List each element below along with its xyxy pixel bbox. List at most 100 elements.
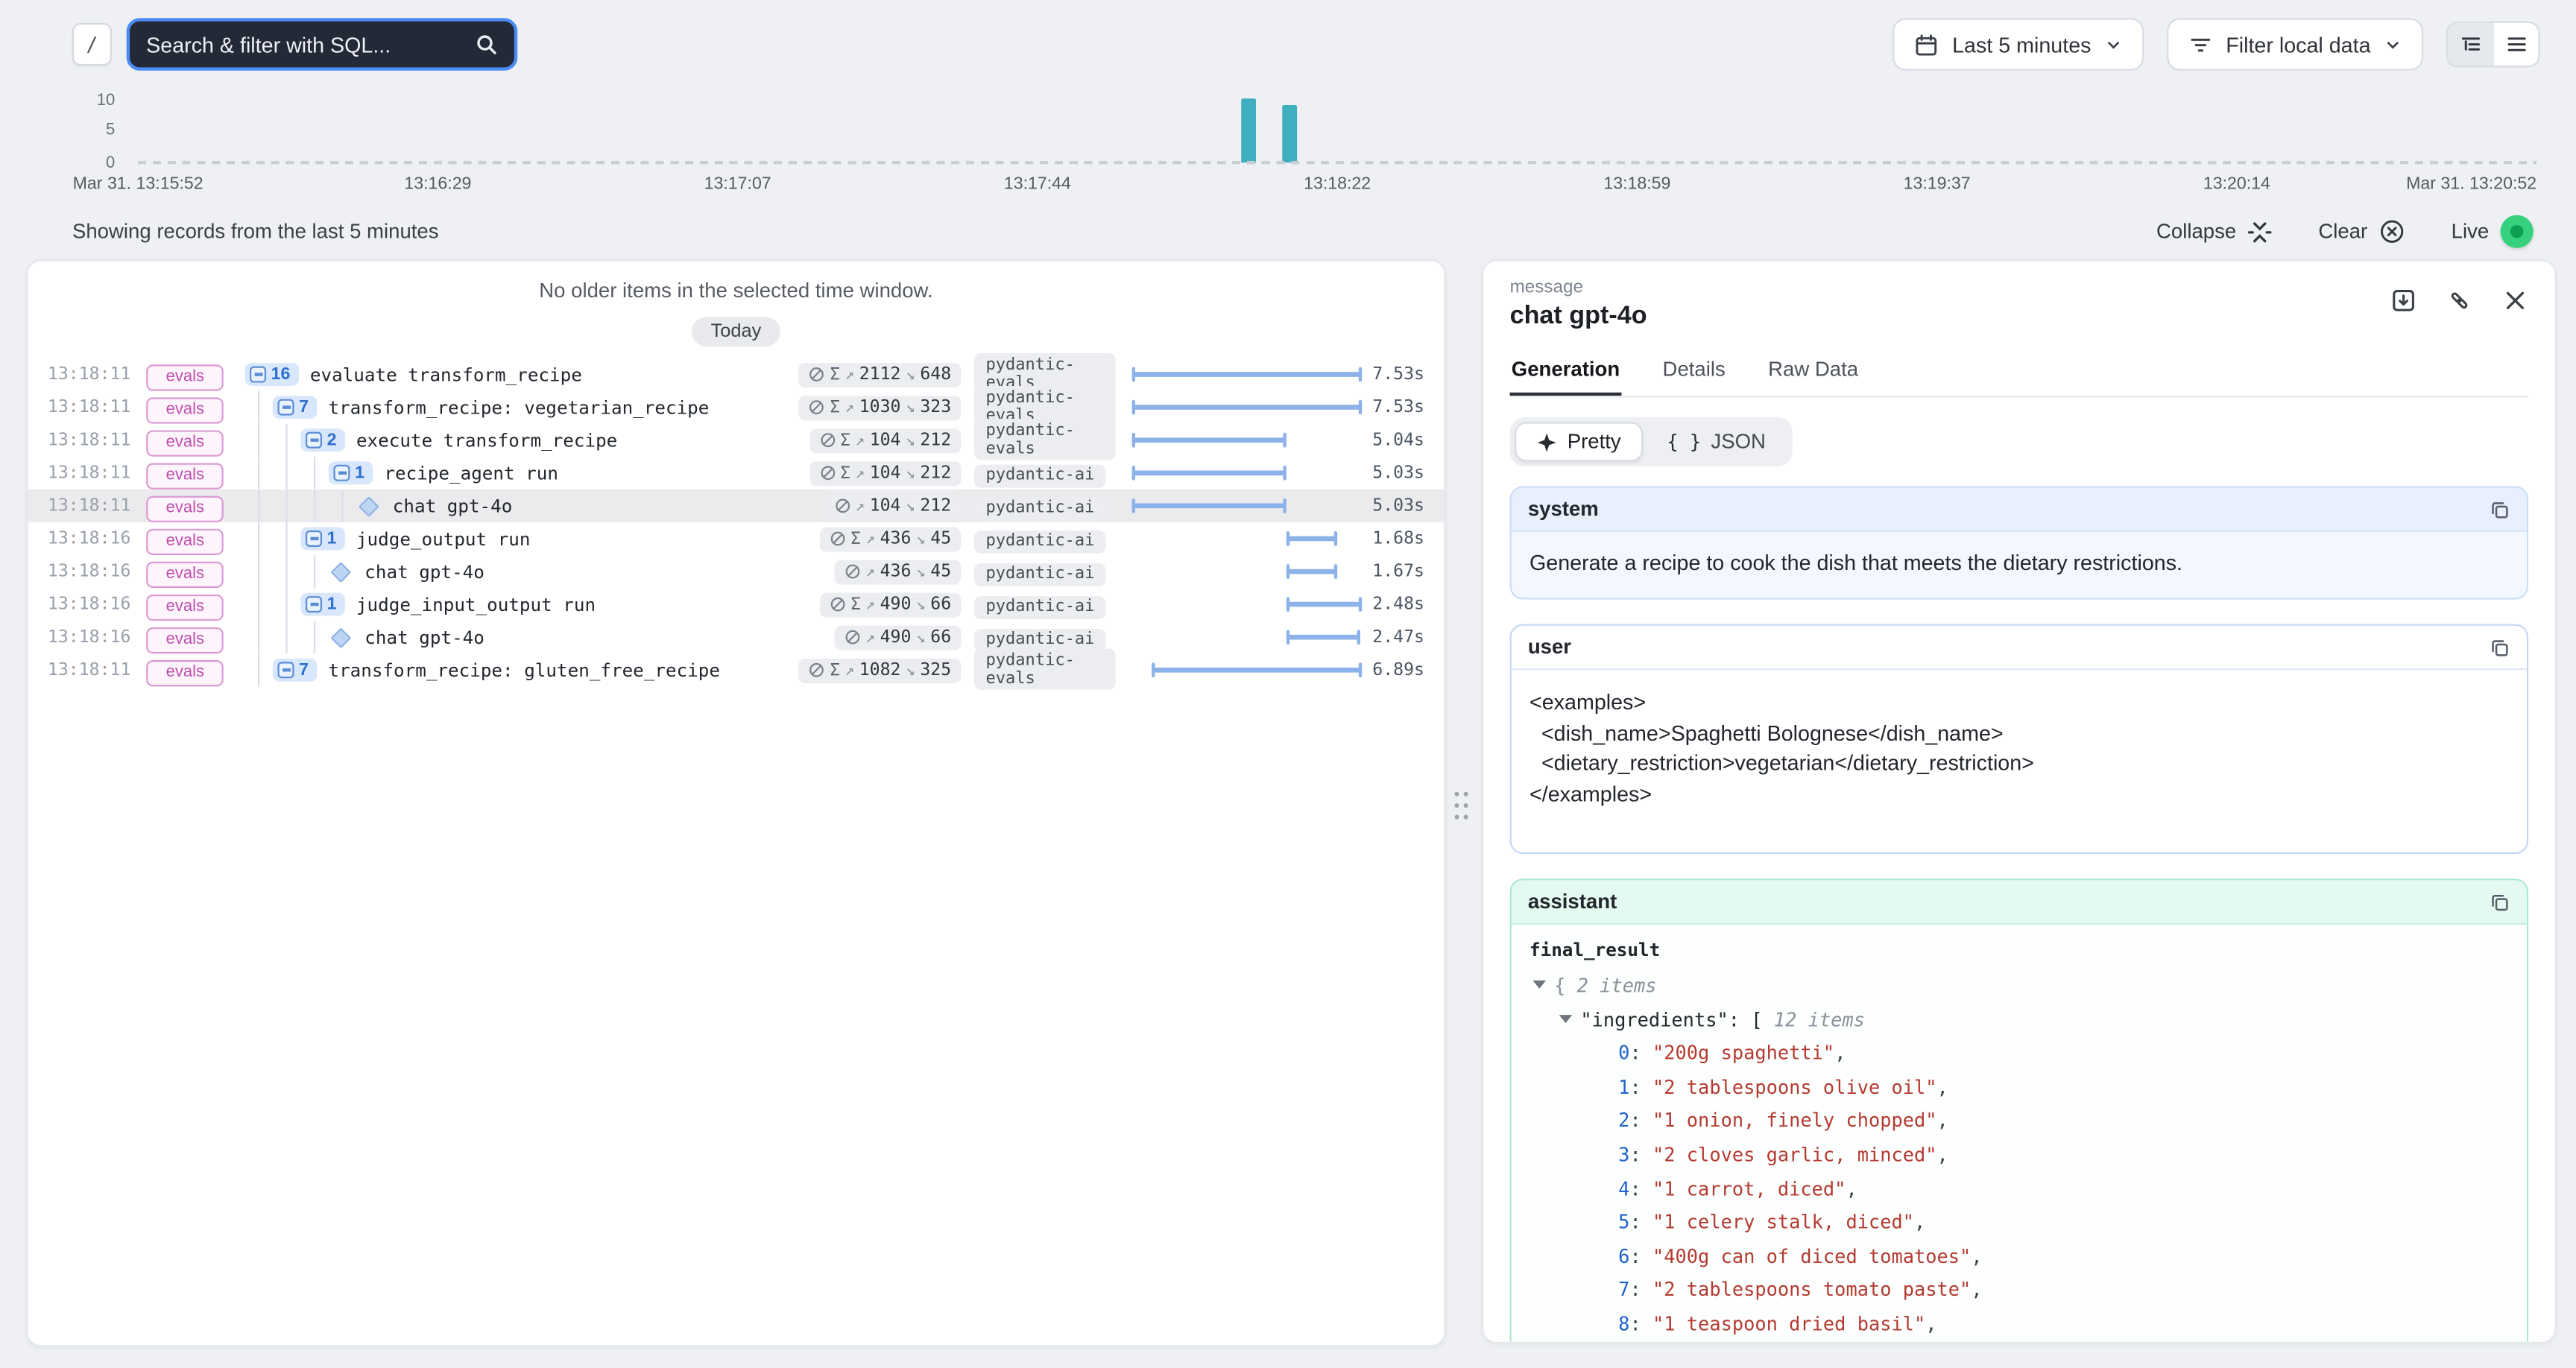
copy-icon[interactable]: [2489, 891, 2510, 913]
collapse-button[interactable]: Collapse: [2156, 219, 2273, 244]
archive-icon[interactable]: [2390, 288, 2416, 314]
search-placeholder: Search & filter with SQL...: [146, 32, 391, 57]
close-icon[interactable]: [2502, 288, 2528, 314]
clear-circle-x-icon: [2379, 218, 2405, 244]
collapse-toggle[interactable]: 1: [329, 461, 373, 484]
detail-title: chat gpt-4o: [1510, 303, 1647, 332]
evals-badge[interactable]: evals: [146, 627, 224, 653]
slash-shortcut-key: /: [72, 23, 112, 66]
pretty-toggle-button[interactable]: Pretty: [1515, 422, 1642, 461]
output-tokens-arrow-icon: ↘: [906, 661, 915, 679]
token-icon: [809, 367, 825, 383]
evals-badge[interactable]: evals: [146, 495, 224, 522]
duration-label: 7.53s: [1362, 364, 1444, 384]
collapse-toggle[interactable]: 16: [244, 363, 298, 386]
search-input[interactable]: Search & filter with SQL...: [127, 18, 518, 71]
tree-indent-guide: [244, 555, 272, 588]
trace-row[interactable]: 13:18:16evals1judge_input_output runΣ↗49…: [28, 588, 1444, 621]
tree-indent-guide: [273, 522, 300, 555]
topbar-actions: Last 5 minutes Filter local data: [1893, 18, 2540, 71]
time-range-button[interactable]: Last 5 minutes: [1893, 18, 2144, 71]
json-array-item: 9: "1 teaspoon dried oregano",: [1530, 1341, 2509, 1343]
trace-row[interactable]: 13:18:16evalschat gpt-4o↗436↘45pydantic-…: [28, 555, 1444, 588]
live-label: Live: [2452, 220, 2490, 243]
duration-bar-track: [1132, 358, 1363, 390]
tree-indent-guide: [273, 490, 300, 522]
evals-badge[interactable]: evals: [146, 528, 224, 554]
detail-panel: message chat gpt-4o Generation Details R…: [1482, 259, 2556, 1343]
token-usage-chip: Σ↗104↘212: [809, 428, 962, 452]
calendar-icon: [1914, 32, 1939, 57]
evals-badge[interactable]: evals: [146, 429, 224, 455]
evals-badge[interactable]: evals: [146, 659, 224, 685]
input-tokens-arrow-icon: ↗: [865, 628, 875, 646]
collapse-toggle[interactable]: 7: [273, 396, 317, 419]
sigma-total-icon: Σ: [830, 661, 840, 679]
json-array-item: 7: "2 tablespoons tomato paste",: [1530, 1273, 2509, 1307]
collapse-toggle[interactable]: 1: [300, 593, 344, 616]
json-label: JSON: [1711, 430, 1765, 453]
minus-box-icon: [277, 399, 294, 416]
x-axis-label: 13:16:29: [404, 174, 471, 194]
evals-badge[interactable]: evals: [146, 462, 224, 488]
tab-raw-data[interactable]: Raw Data: [1767, 352, 1860, 396]
tree-list-icon: [2458, 33, 2481, 56]
collapse-toggle[interactable]: 7: [273, 659, 317, 682]
trace-row[interactable]: 13:18:16evals1judge_output runΣ↗436↘45py…: [28, 522, 1444, 555]
panel-resize-handle[interactable]: [1448, 785, 1474, 825]
json-root-line[interactable]: { 2 items: [1530, 969, 2509, 1002]
system-message-card: system Generate a recipe to cook the dis…: [1510, 486, 2529, 599]
histogram-bar[interactable]: [1282, 105, 1297, 162]
tree-indent-guide: [300, 621, 328, 653]
y-axis: 10 5 0: [63, 98, 121, 164]
token-icon: [809, 399, 825, 416]
output-tokens-arrow-icon: ↘: [916, 628, 926, 646]
json-toggle-button[interactable]: { } JSON: [1646, 422, 1787, 461]
evals-badge[interactable]: evals: [146, 561, 224, 587]
token-usage-chip: Σ↗436↘45: [820, 526, 962, 551]
duration-bar: [1132, 372, 1363, 377]
json-array-item: 5: "1 celery stalk, diced",: [1530, 1206, 2509, 1239]
x-axis-label: 13:18:59: [1603, 174, 1670, 194]
no-older-items-label: No older items in the selected time wind…: [28, 279, 1444, 303]
copy-icon[interactable]: [2489, 498, 2510, 520]
histogram-bar[interactable]: [1242, 98, 1257, 162]
flat-list-view-button[interactable]: [2493, 23, 2539, 66]
collapse-toggle[interactable]: 2: [300, 428, 344, 452]
drag-dots-icon: [1451, 788, 1469, 821]
chevron-down-icon: [2384, 35, 2402, 53]
trace-row[interactable]: 13:18:11evals16evaluate transform_recipe…: [28, 358, 1444, 390]
collapse-toggle[interactable]: 1: [300, 528, 344, 551]
scope-tag: pydantic-ai: [974, 595, 1106, 618]
copy-link-icon[interactable]: [2446, 288, 2472, 314]
tree-indent-guide: [244, 522, 272, 555]
filter-local-data-button[interactable]: Filter local data: [2167, 18, 2423, 71]
tab-generation[interactable]: Generation: [1510, 352, 1622, 396]
role-label: assistant: [1528, 890, 1617, 913]
trace-row[interactable]: 13:18:11evals1recipe_agent runΣ↗104↘212p…: [28, 457, 1444, 490]
span-name: recipe_agent run: [384, 462, 558, 484]
tree-indent-guide: [329, 490, 356, 522]
copy-icon[interactable]: [2489, 636, 2510, 658]
evals-badge[interactable]: evals: [146, 396, 224, 422]
evals-badge[interactable]: evals: [146, 364, 224, 390]
tab-details[interactable]: Details: [1661, 352, 1727, 396]
trace-row[interactable]: 13:18:16evalschat gpt-4o↗490↘66pydantic-…: [28, 621, 1444, 653]
clear-button[interactable]: Clear: [2318, 218, 2405, 244]
trace-row[interactable]: 13:18:11evals2execute transform_recipeΣ↗…: [28, 424, 1444, 457]
tree-indent-guide: [244, 490, 272, 522]
x-axis-label: Mar 31. 13:15:52: [73, 174, 203, 194]
duration-bar-track: [1132, 588, 1363, 621]
system-message-body: Generate a recipe to cook the dish that …: [1512, 532, 2527, 598]
tree-view-button[interactable]: [2448, 23, 2493, 66]
today-divider-badge: Today: [691, 317, 781, 346]
duration-label: 5.03s: [1362, 496, 1444, 516]
trace-row[interactable]: 13:18:11evals7transform_recipe: gluten_f…: [28, 653, 1444, 686]
row-timestamp: 13:18:16: [48, 562, 146, 581]
json-key-line[interactable]: "ingredients": [ 12 items: [1530, 1003, 2509, 1036]
trace-row[interactable]: 13:18:11evalschat gpt-4o↗104↘212pydantic…: [28, 490, 1444, 522]
trace-row[interactable]: 13:18:11evals7transform_recipe: vegetari…: [28, 391, 1444, 424]
json-array-item: 6: "400g can of diced tomatoes",: [1530, 1240, 2509, 1273]
live-button[interactable]: Live: [2452, 215, 2534, 248]
evals-badge[interactable]: evals: [146, 594, 224, 620]
